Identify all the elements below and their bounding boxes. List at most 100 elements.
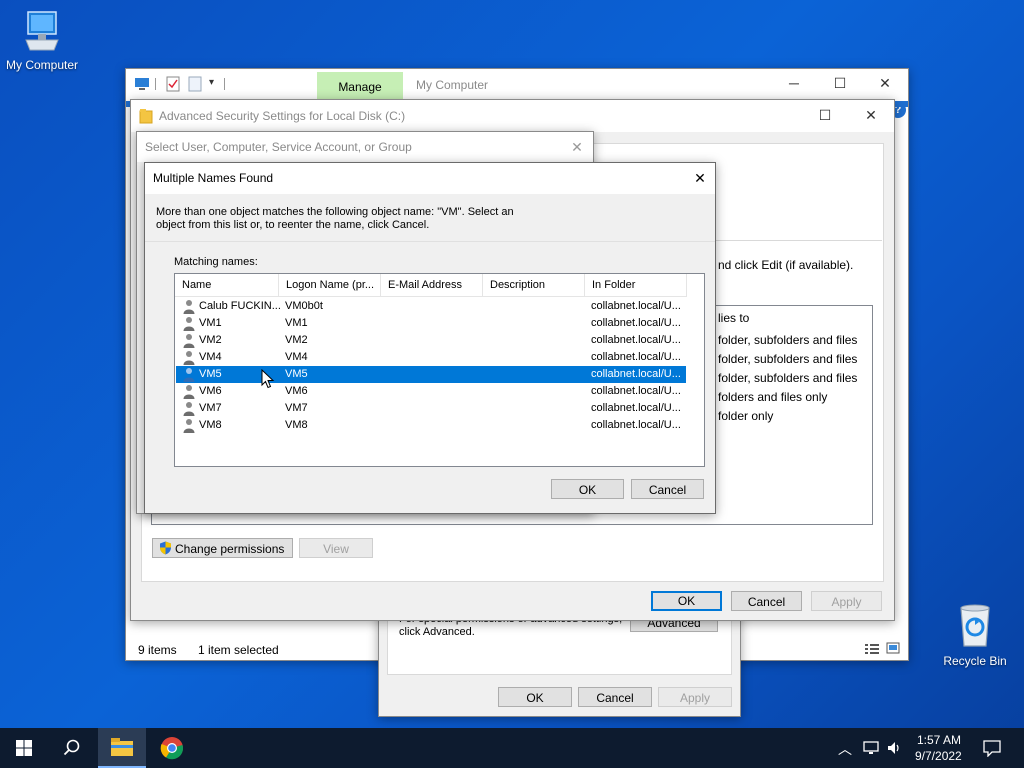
properties-ok-button[interactable]: OK <box>498 687 572 707</box>
chrome-icon <box>160 737 184 760</box>
select-user-close-icon[interactable]: ✕ <box>569 139 585 155</box>
properties-icon[interactable] <box>166 76 180 92</box>
status-items: 9 items <box>138 643 177 657</box>
search-icon <box>63 739 80 756</box>
adv-close-icon[interactable]: ✕ <box>863 107 879 123</box>
taskbar-file-explorer[interactable] <box>98 728 146 768</box>
status-selected: 1 item selected <box>198 643 279 657</box>
view-button[interactable]: View <box>299 538 373 558</box>
list-item[interactable]: VM7 VM7 collabnet.local/U... <box>176 400 686 417</box>
row-folder: collabnet.local/U... <box>591 334 681 346</box>
adv-edit-text: nd click Edit (if available). <box>718 258 854 272</box>
row-logon: VM2 <box>285 334 308 346</box>
row-logon: VM4 <box>285 351 308 363</box>
user-icon <box>183 351 195 365</box>
properties-cancel-button[interactable]: Cancel <box>578 687 652 707</box>
clock-time[interactable]: 1:57 AM <box>917 733 961 747</box>
network-icon[interactable] <box>863 741 879 755</box>
message-line-1: More than one object matches the followi… <box>156 206 514 218</box>
col-header-folder[interactable]: In Folder <box>585 274 687 296</box>
col-header-logon[interactable]: Logon Name (pr... <box>279 274 381 296</box>
row-name: Calub FUCKIN... <box>199 300 281 312</box>
applies-to-2: folder, subfolders and files <box>718 352 858 366</box>
change-permissions-button[interactable]: Change permissions <box>152 538 293 558</box>
row-folder: collabnet.local/U... <box>591 385 681 397</box>
applies-to-5: folder only <box>718 409 774 423</box>
search-button[interactable] <box>48 728 96 768</box>
applies-to-3: folder, subfolders and files <box>718 371 858 385</box>
mouse-cursor-icon <box>261 369 275 389</box>
list-item[interactable]: VM2 VM2 collabnet.local/U... <box>176 332 686 349</box>
multiple-names-ok-button[interactable]: OK <box>551 479 624 499</box>
list-item[interactable]: VM6 VM6 collabnet.local/U... <box>176 383 686 400</box>
minimize-icon[interactable]: ─ <box>786 75 802 91</box>
col-header-email[interactable]: E-Mail Address <box>381 274 483 296</box>
user-icon <box>183 300 195 314</box>
row-logon: VM6 <box>285 385 308 397</box>
adv-maximize-icon[interactable]: ☐ <box>817 107 833 123</box>
multiple-names-dialog: Multiple Names Found ✕ More than one obj… <box>144 162 716 514</box>
row-logon: VM5 <box>285 368 308 380</box>
desktop-icon-my-computer[interactable]: My Computer <box>0 10 84 72</box>
applies-to-1: folder, subfolders and files <box>718 333 858 347</box>
matching-names-list[interactable]: Name Logon Name (pr... E-Mail Address De… <box>174 273 705 467</box>
adv-ok-button[interactable]: OK <box>651 591 722 611</box>
col-header-border <box>175 296 687 297</box>
list-item[interactable]: VM8 VM8 collabnet.local/U... <box>176 417 686 434</box>
row-logon: VM7 <box>285 402 308 414</box>
row-folder: collabnet.local/U... <box>591 351 681 363</box>
volume-icon[interactable] <box>886 740 902 756</box>
desktop-icon-recycle-bin[interactable]: Recycle Bin <box>933 602 1017 668</box>
clock-date[interactable]: 9/7/2022 <box>915 749 962 763</box>
tab-manage[interactable]: Manage <box>317 72 403 101</box>
notifications-icon[interactable] <box>983 740 1001 757</box>
change-permissions-label: Change permissions <box>175 542 285 556</box>
row-name: VM8 <box>199 419 222 431</box>
list-item[interactable]: Calub FUCKIN... VM0b0t collabnet.local/U… <box>176 298 686 315</box>
col-header-name[interactable]: Name <box>175 274 279 296</box>
show-hidden-icons-chevron-icon[interactable]: ︿ <box>838 739 852 759</box>
row-name: VM6 <box>199 385 222 397</box>
user-icon <box>183 385 195 399</box>
maximize-icon[interactable]: ☐ <box>832 75 848 91</box>
list-item[interactable]: VM4 VM4 collabnet.local/U... <box>176 349 686 366</box>
row-name: VM7 <box>199 402 222 414</box>
row-logon: VM0b0t <box>285 300 323 312</box>
user-icon <box>183 317 195 331</box>
user-icon <box>183 368 195 382</box>
computer-icon <box>135 78 149 90</box>
taskbar-chrome[interactable] <box>148 728 196 768</box>
large-icons-view-icon[interactable] <box>886 641 900 655</box>
properties-click-advanced: click Advanced. <box>399 626 475 638</box>
new-folder-icon[interactable] <box>188 76 202 92</box>
adv-apply-button[interactable]: Apply <box>811 591 882 611</box>
row-name: VM1 <box>199 317 222 329</box>
col-header-description[interactable]: Description <box>483 274 585 296</box>
row-name: VM5 <box>199 368 222 380</box>
details-view-icon[interactable] <box>864 642 880 655</box>
multiple-names-cancel-button[interactable]: Cancel <box>631 479 704 499</box>
row-logon: VM1 <box>285 317 308 329</box>
row-logon: VM8 <box>285 419 308 431</box>
list-item-selected[interactable]: VM5 VM5 collabnet.local/U... <box>176 366 686 383</box>
row-name: VM2 <box>199 334 222 346</box>
adv-cancel-button[interactable]: Cancel <box>731 591 802 611</box>
applies-to-4: folders and files only <box>718 390 828 404</box>
row-folder: collabnet.local/U... <box>591 300 681 312</box>
uac-shield-icon <box>160 541 171 555</box>
multiple-names-close-icon[interactable]: ✕ <box>692 170 708 186</box>
matching-names-label: Matching names: <box>174 256 258 268</box>
folder-icon <box>139 109 153 124</box>
multiple-names-title: Multiple Names Found <box>153 171 274 185</box>
start-button[interactable] <box>0 728 48 768</box>
select-user-title: Select User, Computer, Service Account, … <box>145 140 412 154</box>
close-icon[interactable]: ✕ <box>877 75 893 91</box>
list-item[interactable]: VM1 VM1 collabnet.local/U... <box>176 315 686 332</box>
properties-apply-button[interactable]: Apply <box>658 687 732 707</box>
file-explorer-icon <box>111 738 133 756</box>
my-computer-label: My Computer <box>5 58 79 72</box>
quick-access-dropdown-icon[interactable]: ▾ <box>209 77 214 88</box>
my-computer-icon <box>25 11 59 51</box>
applies-to-header: lies to <box>718 311 750 325</box>
row-name: VM4 <box>199 351 222 363</box>
